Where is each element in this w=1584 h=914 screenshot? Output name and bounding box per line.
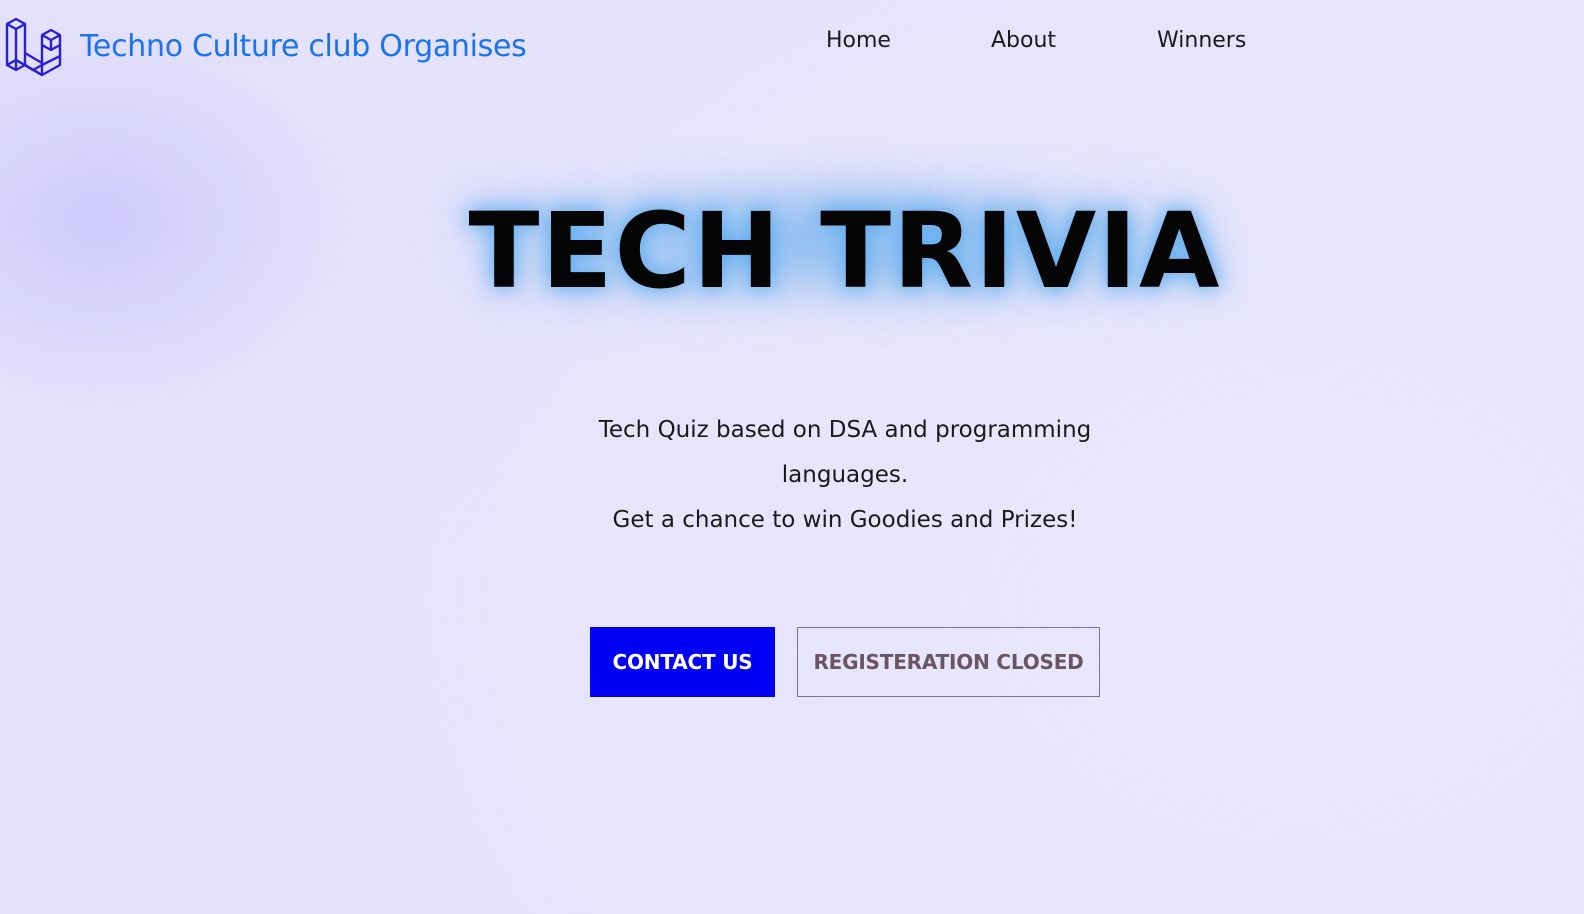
navbar: Techno Culture club Organises Home About… <box>0 0 1584 88</box>
hero-title: TECH TRIVIA <box>468 190 1222 312</box>
hero-description-line-2: Get a chance to win Goodies and Prizes! <box>612 507 1078 533</box>
registration-closed-button[interactable]: REGISTERATION CLOSED <box>797 627 1100 697</box>
brand-title: Techno Culture club Organises <box>80 28 527 64</box>
laravel-cube-logo-icon <box>5 17 62 77</box>
contact-us-button[interactable]: CONTACT US <box>590 627 775 697</box>
brand[interactable]: Techno Culture club Organises <box>4 14 527 78</box>
hero-description-line-1: Tech Quiz based on DSA and programming l… <box>598 417 1092 488</box>
hero-description: Tech Quiz based on DSA and programming l… <box>584 408 1106 543</box>
nav-link-winners[interactable]: Winners <box>1157 28 1246 53</box>
nav-link-home[interactable]: Home <box>826 28 891 53</box>
nav-link-about[interactable]: About <box>991 28 1056 53</box>
